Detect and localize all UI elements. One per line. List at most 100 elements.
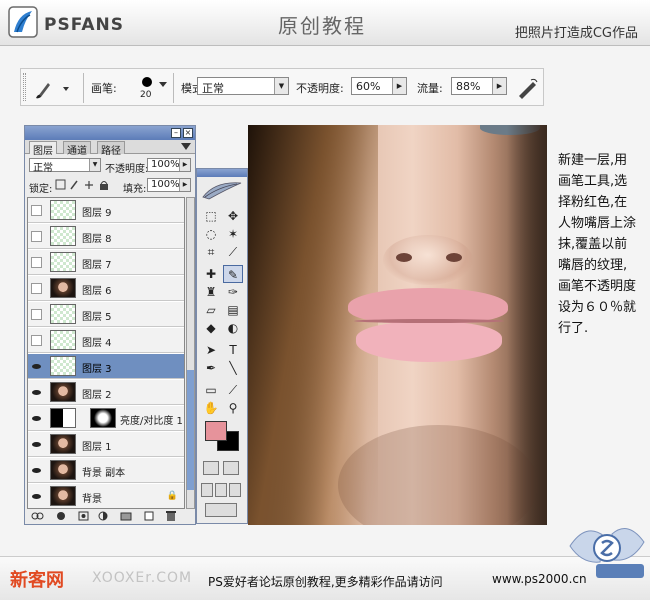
type-tool-icon[interactable]: T (223, 341, 243, 359)
visibility-toggle[interactable] (31, 205, 42, 216)
chevron-right-icon[interactable]: ▶ (392, 78, 406, 94)
footer-site-name[interactable]: 新客网 (10, 566, 64, 592)
magic-wand-tool-icon[interactable]: ✶ (223, 225, 243, 243)
eraser-tool-icon[interactable]: ▱ (201, 301, 221, 319)
layer-mask-icon[interactable] (78, 511, 89, 521)
marquee-tool-icon[interactable]: ⬚ (201, 207, 221, 225)
tab-channels[interactable]: 通道 (63, 141, 91, 157)
chevron-down-icon[interactable]: ▼ (89, 159, 100, 171)
layer-row[interactable]: 背景 副本 (28, 458, 184, 483)
brush-label: 画笔: (91, 82, 117, 95)
slice-tool-icon[interactable]: ⟋ (223, 243, 243, 261)
path-selection-tool-icon[interactable]: ➤ (201, 341, 221, 359)
layer-row[interactable]: 图层 4 (28, 328, 184, 353)
mode-select[interactable]: 正常 ▼ (197, 77, 289, 95)
layer-row[interactable]: 背景 🔒 (28, 484, 184, 508)
tutorial-caption: 新建一层,用画笔工具,选择粉红色,在人物嘴唇上涂抹,覆盖以前嘴唇的纹理,画笔不透… (558, 153, 637, 336)
visibility-toggle[interactable] (31, 283, 42, 294)
blur-tool-icon[interactable]: ◆ (201, 319, 221, 337)
eye-icon[interactable] (31, 361, 42, 372)
visibility-toggle[interactable] (31, 231, 42, 242)
layer-list-scrollbar[interactable] (186, 197, 195, 509)
panel-menu-icon[interactable] (181, 143, 191, 151)
feather-logo-icon (202, 182, 242, 200)
eye-icon[interactable] (31, 465, 42, 476)
layer-row[interactable]: 图层 6 (28, 276, 184, 301)
lock-options[interactable] (55, 179, 113, 191)
layer-row[interactable]: 图层 8 (28, 224, 184, 249)
layer-row[interactable]: 图层 7 (28, 250, 184, 275)
layer-row[interactable]: 图层 3 (28, 354, 184, 379)
brush-tool-icon[interactable]: ✎ (223, 265, 243, 283)
tab-paths[interactable]: 路径 (97, 141, 125, 157)
layer-mask-thumbnail[interactable] (90, 408, 116, 428)
toolbar-grip[interactable] (23, 73, 26, 101)
eyedropper-tool-icon[interactable]: ⟋ (223, 381, 243, 399)
chevron-down-icon[interactable]: ▼ (274, 78, 288, 94)
standard-mode-button[interactable] (203, 461, 219, 475)
layer-row[interactable]: 图层 1 (28, 432, 184, 457)
eye-icon[interactable] (31, 491, 42, 502)
chevron-right-icon[interactable]: ▶ (179, 159, 190, 171)
history-brush-tool-icon[interactable]: ✑ (223, 283, 243, 301)
canvas-photo[interactable] (248, 125, 547, 525)
eye-icon[interactable] (31, 439, 42, 450)
dodge-tool-icon[interactable]: ◐ (223, 319, 243, 337)
brush-picker-arrow-icon[interactable] (159, 82, 167, 88)
delete-layer-icon[interactable] (166, 511, 176, 521)
layers-panel-titlebar[interactable]: – × (25, 126, 195, 140)
opacity-input[interactable]: 60% ▶ (351, 77, 407, 95)
airbrush-icon[interactable] (515, 76, 539, 100)
notes-tool-icon[interactable]: ▭ (201, 381, 221, 399)
chevron-right-icon[interactable]: ▶ (179, 179, 190, 191)
layer-style-icon[interactable] (57, 512, 65, 520)
tab-layers[interactable]: 图层 (29, 141, 57, 157)
layer-thumbnail (50, 330, 76, 350)
jump-to-imageready-button[interactable] (205, 503, 237, 517)
layer-thumbnail (50, 460, 76, 480)
layer-name: 图层 3 (82, 364, 112, 375)
new-layer-icon[interactable] (144, 511, 154, 521)
healing-brush-tool-icon[interactable]: ✚ (201, 265, 221, 283)
screen-mode-standard-button[interactable] (201, 483, 213, 497)
minimize-icon[interactable]: – (171, 128, 181, 138)
chevron-right-icon[interactable]: ▶ (492, 78, 506, 94)
scrollbar-thumb[interactable] (187, 370, 194, 490)
tools-titlebar[interactable] (197, 169, 247, 177)
gradient-tool-icon[interactable]: ▤ (223, 301, 243, 319)
layer-row[interactable]: 图层 2 (28, 380, 184, 405)
visibility-toggle[interactable] (31, 309, 42, 320)
fill-input[interactable]: 100% ▶ (147, 178, 191, 192)
footer: 新客网 XOOXEr.COM PS爱好者论坛原创教程,更多精彩作品请访问 www… (0, 556, 650, 600)
pen-tool-icon[interactable]: ✒ (201, 359, 221, 377)
visibility-toggle[interactable] (31, 335, 42, 346)
new-group-icon[interactable] (120, 512, 132, 521)
clone-stamp-tool-icon[interactable]: ♜ (201, 283, 221, 301)
quick-mask-button[interactable] (223, 461, 239, 475)
adjustment-layer-icon[interactable] (98, 511, 108, 521)
link-layers-icon[interactable] (31, 512, 44, 520)
layer-opacity-input[interactable]: 100% ▶ (147, 158, 191, 172)
layer-row[interactable]: 图层 9 (28, 198, 184, 223)
tool-preset-picker[interactable] (31, 76, 77, 100)
blend-mode-select[interactable]: 正常 ▼ (29, 158, 101, 174)
line-tool-icon[interactable]: ╲ (223, 359, 243, 377)
foreground-color-swatch[interactable] (205, 421, 227, 441)
crop-tool-icon[interactable]: ⌗ (201, 243, 221, 261)
flow-input[interactable]: 88% ▶ (451, 77, 507, 95)
hand-tool-icon[interactable]: ✋ (201, 399, 221, 417)
screen-mode-full-menu-button[interactable] (215, 483, 227, 497)
layer-name: 背景 副本 (82, 468, 126, 479)
eye-icon[interactable] (31, 387, 42, 398)
layer-row[interactable]: 图层 5 (28, 302, 184, 327)
move-tool-icon[interactable]: ✥ (223, 207, 243, 225)
layer-row[interactable]: 亮度/对比度 1 (28, 406, 184, 431)
visibility-toggle[interactable] (31, 257, 42, 268)
screen-mode-full-button[interactable] (229, 483, 241, 497)
close-icon[interactable]: × (183, 128, 193, 138)
brush-preview[interactable] (142, 77, 152, 87)
blend-mode-value: 正常 (33, 163, 53, 174)
eye-icon[interactable] (31, 413, 42, 424)
lasso-tool-icon[interactable]: ◌ (201, 225, 221, 243)
zoom-tool-icon[interactable]: ⚲ (223, 399, 243, 417)
